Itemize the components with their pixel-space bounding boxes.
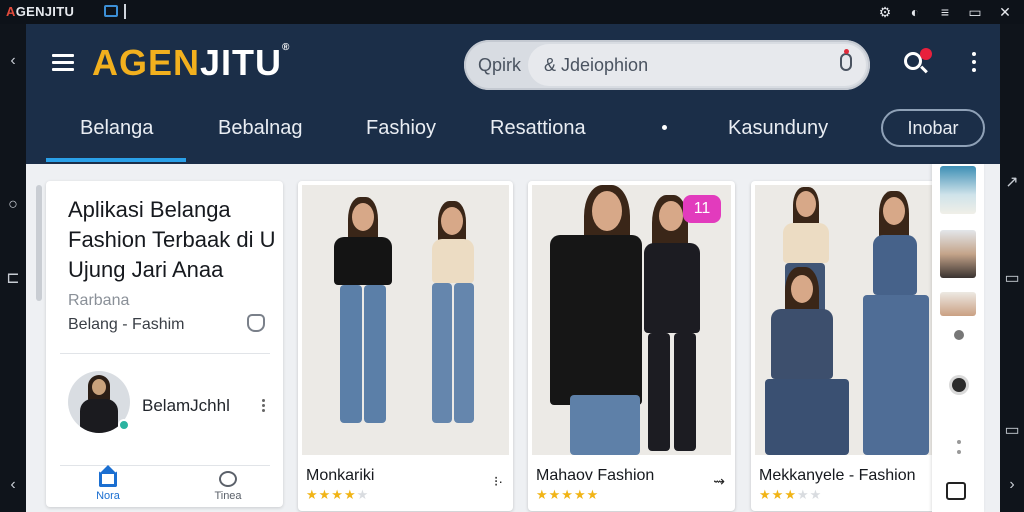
shield-icon[interactable] [247, 314, 265, 332]
tab-kasunduny[interactable]: Kasunduny [728, 117, 828, 140]
promo-title: Aplikasi Belanga Fashion Terbaak di U Uj… [68, 197, 276, 282]
theme-icon[interactable]: ◐ [906, 3, 924, 21]
tab-belanga[interactable]: Belanga [80, 117, 153, 140]
bottom-nav: Nora Tinea [46, 465, 283, 507]
thumbnail-image[interactable] [940, 292, 976, 316]
tab-bebalnag[interactable]: Bebalnag [218, 117, 303, 140]
tray-icon[interactable]: ⊏ [0, 268, 26, 288]
product-image[interactable] [755, 185, 937, 455]
window-icon[interactable] [104, 5, 118, 17]
app-logo[interactable]: AGENJITU® [92, 42, 290, 84]
tablet-icon[interactable]: ▭ [1000, 268, 1024, 288]
indicator-dot [957, 440, 961, 444]
promo-card: Aplikasi Belanga Fashion Terbaak di U Uj… [36, 181, 283, 507]
indicator-dot [954, 330, 964, 340]
thumbnail-rail [932, 164, 984, 512]
close-icon[interactable]: ✕ [996, 3, 1014, 21]
product-image[interactable] [302, 185, 509, 455]
search-circle-icon[interactable]: ○ [0, 196, 26, 214]
home-icon [99, 465, 117, 487]
thumbnail-image[interactable] [940, 166, 976, 214]
product-name[interactable]: Monkariki [306, 467, 374, 485]
back-arrow-icon[interactable]: ‹ [0, 52, 26, 70]
product-image[interactable] [532, 185, 731, 455]
verified-badge-icon [118, 419, 130, 431]
forward-arrow-icon[interactable]: › [1000, 476, 1024, 494]
product-rating: ★★★★★ [759, 487, 823, 502]
settings-icon[interactable]: ⚙ [876, 3, 894, 21]
search-prefix: Qpirk [478, 55, 522, 75]
product-rating: ★★★★★ [536, 487, 600, 502]
notification-dot [920, 48, 932, 60]
product-rating: ★★★★★ [306, 487, 370, 502]
promo-subtitle: Rarbana [68, 292, 130, 309]
nav-chat-label: Tinea [214, 490, 242, 502]
tab-resattiona[interactable]: Resattiona [490, 117, 586, 140]
nav-home[interactable]: Nora [68, 465, 148, 502]
os-top-bar: AGENJITU ⚙ ◐ ≡ ▭ ✕ [0, 0, 1024, 24]
product-action-icon[interactable]: ⁝· [494, 473, 503, 490]
scrollbar[interactable] [36, 185, 42, 301]
os-tray: ⚙ ◐ ≡ ▭ ✕ [876, 3, 1014, 21]
record-button-icon[interactable] [952, 378, 966, 392]
product-card[interactable]: Monkariki ★★★★★ ⁝· [298, 181, 513, 511]
more-options-icon[interactable] [972, 52, 976, 76]
divider [60, 353, 270, 354]
product-card[interactable]: 11 Mahaov Fashion ★★★★★ ⇝ [528, 181, 735, 511]
thumbnail-image[interactable] [940, 230, 976, 278]
tab-fashioy[interactable]: Fashioy [366, 117, 436, 140]
hamburger-menu-icon[interactable] [52, 54, 74, 72]
nav-home-label: Nora [96, 490, 120, 502]
os-brand: AGENJITU [6, 4, 75, 19]
nav-chat[interactable]: Tinea [188, 471, 268, 502]
indicator-dot [957, 450, 961, 454]
store-name[interactable]: BelamJchhl [142, 396, 230, 416]
menu-icon[interactable]: ≡ [936, 3, 954, 21]
product-name[interactable]: Mahaov Fashion [536, 467, 654, 485]
search-placeholder: & Jdeiophion [544, 55, 649, 75]
search-bar[interactable]: Qpirk & Jdeiophion [464, 40, 870, 90]
promo-category: Belang - Fashim [68, 316, 185, 333]
expand-icon[interactable]: ↗ [1000, 172, 1024, 192]
new-items-badge: 11 [683, 195, 721, 223]
divider [60, 465, 270, 466]
product-name[interactable]: Mekkanyele - Fashion [759, 467, 916, 485]
right-gutter: ↗ ▭ ▭ › [1000, 24, 1024, 512]
app-window: AGENJITU® Qpirk & Jdeiophion Belanga Beb… [26, 24, 1000, 512]
tablet-icon[interactable]: ▭ [1000, 420, 1024, 440]
window-restore-icon[interactable]: ▭ [966, 3, 984, 21]
os-separator [124, 4, 126, 19]
product-card[interactable]: Mekkanyele - Fashion ★★★★★ [751, 181, 941, 511]
qr-code-icon[interactable] [946, 482, 966, 500]
back-arrow-icon[interactable]: ‹ [0, 476, 26, 494]
tab-inobar-button[interactable]: Inobar [881, 109, 985, 147]
product-action-icon[interactable]: ⇝ [713, 473, 725, 490]
left-gutter: ‹ ○ ⊏ ‹ [0, 24, 26, 512]
active-tab-indicator [46, 158, 186, 162]
app-header: AGENJITU® Qpirk & Jdeiophion Belanga Beb… [26, 24, 1000, 164]
microphone-icon[interactable] [840, 49, 852, 71]
store-more-icon[interactable] [262, 399, 265, 414]
chat-icon [219, 471, 237, 487]
tab-separator-dot [662, 125, 667, 130]
